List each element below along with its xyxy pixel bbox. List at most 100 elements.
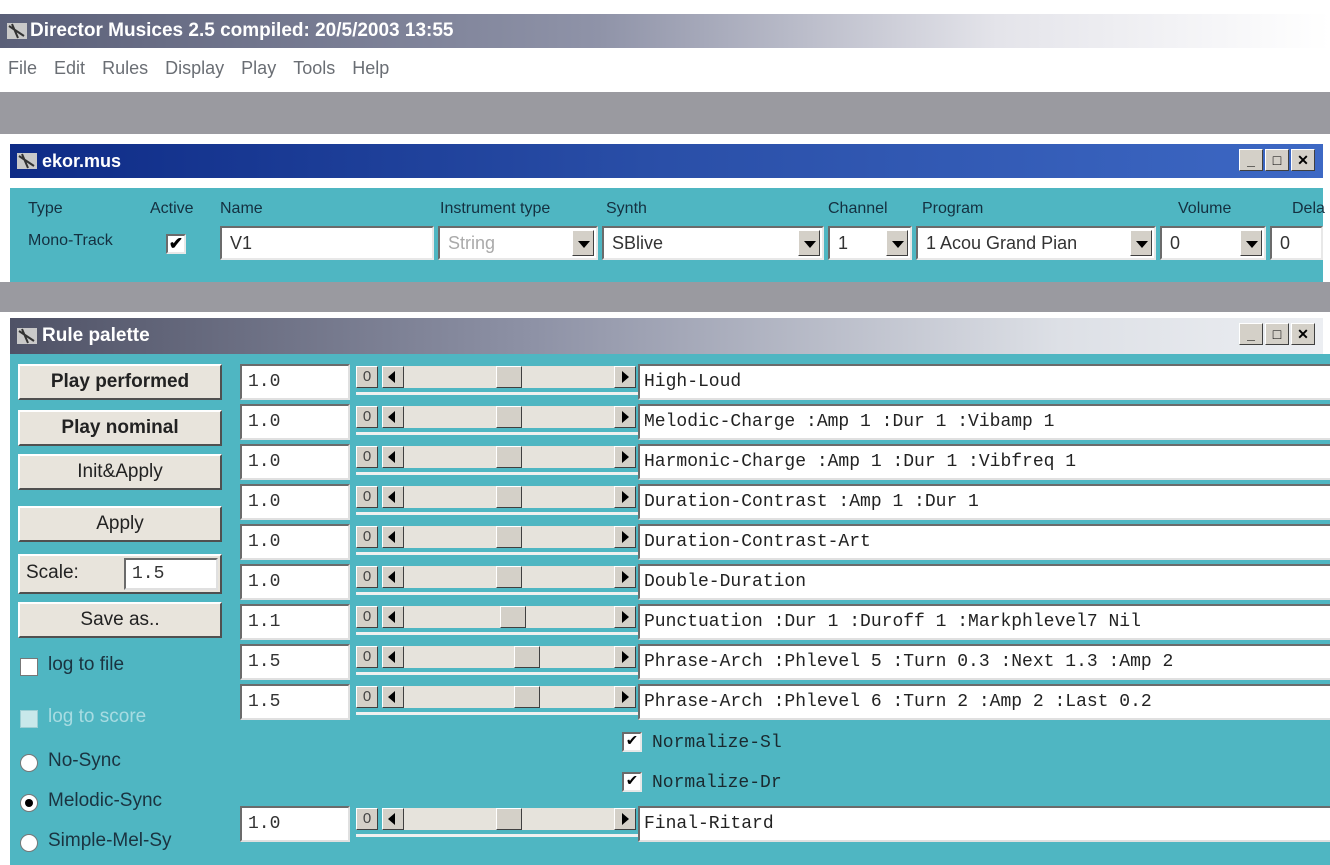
rule-value-input[interactable]: 1.1 (240, 604, 350, 640)
slider-left-arrow-icon[interactable] (382, 566, 404, 588)
slider-left-arrow-icon[interactable] (382, 606, 404, 628)
slider-right-arrow-icon[interactable] (614, 366, 636, 388)
menu-play[interactable]: Play (241, 58, 276, 79)
rule-name-field[interactable]: Phrase-Arch :Phlevel 5 :Turn 0.3 :Next 1… (638, 644, 1330, 680)
rule-name-field[interactable]: High-Loud (638, 364, 1330, 400)
channel-select[interactable]: 1 (828, 226, 912, 260)
rule-zero-button[interactable]: 0 (356, 366, 378, 388)
slider-left-arrow-icon[interactable] (382, 446, 404, 468)
volume-select[interactable]: 0 (1160, 226, 1266, 260)
track-window-title-bar[interactable]: ekor.mus _ □ ✕ (10, 144, 1323, 178)
rule-zero-button[interactable]: 0 (356, 566, 378, 588)
chevron-down-icon[interactable] (1130, 230, 1152, 256)
normalize-sl-checkbox[interactable]: ✔ (622, 732, 642, 752)
slider-right-arrow-icon[interactable] (614, 646, 636, 668)
rule-value-input[interactable]: 1.0 (240, 364, 350, 400)
slider-right-arrow-icon[interactable] (614, 606, 636, 628)
rule-slider-track[interactable] (382, 686, 636, 708)
menu-help[interactable]: Help (352, 58, 389, 79)
rule-name-field[interactable]: Punctuation :Dur 1 :Duroff 1 :Markphleve… (638, 604, 1330, 640)
rule-name-field[interactable]: Phrase-Arch :Phlevel 6 :Turn 2 :Amp 2 :L… (638, 684, 1330, 720)
slider-right-arrow-icon[interactable] (614, 808, 636, 830)
rule-value-input[interactable]: 1.5 (240, 684, 350, 720)
menu-rules[interactable]: Rules (102, 58, 148, 79)
rule-name-field[interactable]: Duration-Contrast-Art (638, 524, 1330, 560)
rule-slider-thumb[interactable] (514, 686, 540, 708)
rule-slider-thumb[interactable] (496, 566, 522, 588)
rule-zero-button[interactable]: 0 (356, 808, 378, 830)
chevron-down-icon[interactable] (886, 230, 908, 256)
slider-left-arrow-icon[interactable] (382, 686, 404, 708)
rule-zero-button[interactable]: 0 (356, 686, 378, 708)
normalize-dr-toggle[interactable]: ✔ Normalize-Dr (622, 772, 782, 793)
rule-slider-thumb[interactable] (500, 606, 526, 628)
normalize-sl-toggle[interactable]: ✔ Normalize-Sl (622, 732, 782, 753)
slider-left-arrow-icon[interactable] (382, 526, 404, 548)
rule-value-input[interactable]: 1.0 (240, 484, 350, 520)
rule-zero-button[interactable]: 0 (356, 526, 378, 548)
rule-name-field[interactable]: Double-Duration (638, 564, 1330, 600)
rule-zero-button[interactable]: 0 (356, 446, 378, 468)
rule-zero-button[interactable]: 0 (356, 606, 378, 628)
normalize-dr-checkbox[interactable]: ✔ (622, 772, 642, 792)
synth-select[interactable]: SBlive (602, 226, 824, 260)
rule-slider-track[interactable] (382, 646, 636, 668)
rule-zero-button[interactable]: 0 (356, 646, 378, 668)
rule-value-input[interactable]: 1.0 (240, 806, 350, 842)
rule-slider-thumb[interactable] (496, 526, 522, 548)
delay-input[interactable]: 0 (1270, 226, 1323, 260)
no-sync-radio[interactable] (20, 754, 38, 772)
slider-left-arrow-icon[interactable] (382, 406, 404, 428)
rule-name-field[interactable]: Duration-Contrast :Amp 1 :Dur 1 (638, 484, 1330, 520)
program-select[interactable]: 1 Acou Grand Pian (916, 226, 1156, 260)
rule-slider-thumb[interactable] (496, 808, 522, 830)
chevron-down-icon[interactable] (572, 230, 594, 256)
chevron-down-icon[interactable] (1240, 230, 1262, 256)
app-title-bar[interactable]: Director Musices 2.5 compiled: 20/5/2003… (0, 14, 1330, 48)
slider-right-arrow-icon[interactable] (614, 566, 636, 588)
workspace-background-lower (0, 282, 1330, 312)
track-name-input[interactable]: V1 (220, 226, 434, 260)
program-value: 1 Acou Grand Pian (926, 233, 1078, 253)
slider-right-arrow-icon[interactable] (614, 406, 636, 428)
close-button[interactable]: ✕ (1291, 149, 1315, 171)
slider-underline (356, 392, 640, 395)
rule-name-field[interactable]: Final-Ritard (638, 806, 1330, 842)
minimize-button[interactable]: _ (1239, 323, 1263, 345)
slider-right-arrow-icon[interactable] (614, 486, 636, 508)
menu-display[interactable]: Display (165, 58, 224, 79)
rule-slider-thumb[interactable] (514, 646, 540, 668)
maximize-button[interactable]: □ (1265, 323, 1289, 345)
rule-slider-thumb[interactable] (496, 366, 522, 388)
rule-value-input[interactable]: 1.5 (240, 644, 350, 680)
rule-slider-thumb[interactable] (496, 486, 522, 508)
active-checkbox[interactable]: ✔ (166, 234, 186, 254)
menu-bar: File Edit Rules Display Play Tools Help (0, 58, 393, 88)
slider-right-arrow-icon[interactable] (614, 686, 636, 708)
maximize-button[interactable]: □ (1265, 149, 1289, 171)
instrument-type-select[interactable]: String (438, 226, 598, 260)
slider-right-arrow-icon[interactable] (614, 446, 636, 468)
rule-palette-title-bar[interactable]: Rule palette _ □ ✕ (10, 318, 1323, 354)
close-button[interactable]: ✕ (1291, 323, 1315, 345)
rule-slider-thumb[interactable] (496, 446, 522, 468)
rule-value-input[interactable]: 1.0 (240, 444, 350, 480)
slider-left-arrow-icon[interactable] (382, 486, 404, 508)
rule-slider-thumb[interactable] (496, 406, 522, 428)
slider-left-arrow-icon[interactable] (382, 366, 404, 388)
slider-right-arrow-icon[interactable] (614, 526, 636, 548)
rule-value-input[interactable]: 1.0 (240, 404, 350, 440)
rule-zero-button[interactable]: 0 (356, 486, 378, 508)
rule-name-field[interactable]: Harmonic-Charge :Amp 1 :Dur 1 :Vibfreq 1 (638, 444, 1330, 480)
rule-value-input[interactable]: 1.0 (240, 564, 350, 600)
minimize-button[interactable]: _ (1239, 149, 1263, 171)
chevron-down-icon[interactable] (798, 230, 820, 256)
rule-name-field[interactable]: Melodic-Charge :Amp 1 :Dur 1 :Vibamp 1 (638, 404, 1330, 440)
slider-left-arrow-icon[interactable] (382, 646, 404, 668)
menu-tools[interactable]: Tools (293, 58, 335, 79)
menu-edit[interactable]: Edit (54, 58, 85, 79)
rule-value-input[interactable]: 1.0 (240, 524, 350, 560)
slider-left-arrow-icon[interactable] (382, 808, 404, 830)
menu-file[interactable]: File (8, 58, 37, 79)
rule-zero-button[interactable]: 0 (356, 406, 378, 428)
